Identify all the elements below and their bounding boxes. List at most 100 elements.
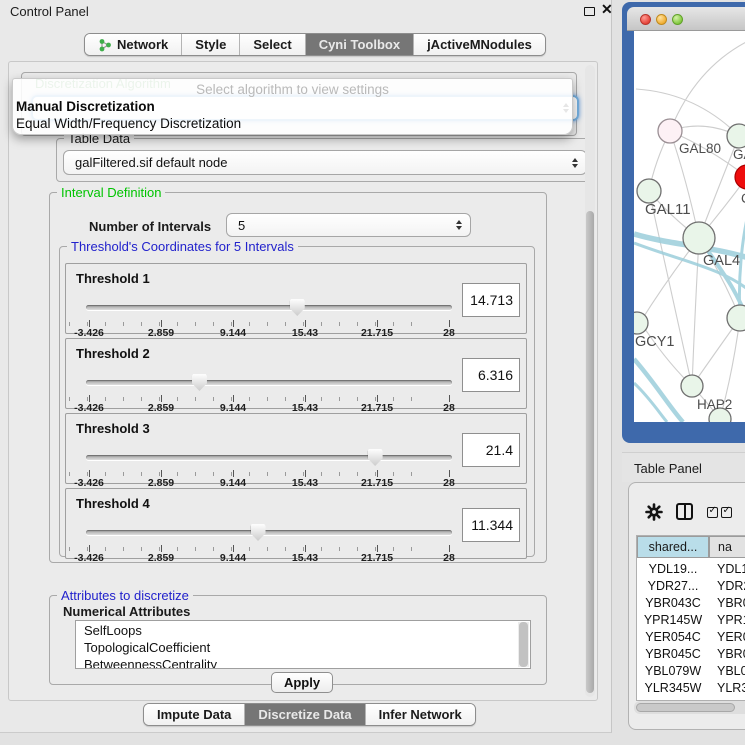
tick-label: 15.43 xyxy=(292,552,318,564)
list-item[interactable]: BetweennessCentrality xyxy=(84,657,217,669)
gear-icon[interactable] xyxy=(645,503,663,521)
threshold-1-row: Threshold 1 -3.426 2.859 9.144 15.43 21.… xyxy=(65,263,527,334)
tick-label: 21.715 xyxy=(361,552,393,564)
slider-track[interactable] xyxy=(86,305,452,310)
slider-minor-ticks xyxy=(69,472,429,476)
tick-label: 28 xyxy=(443,552,455,564)
slider-track[interactable] xyxy=(86,380,452,385)
slider-thumb[interactable] xyxy=(192,374,207,391)
threshold-2-value-field[interactable]: 6.316 xyxy=(462,358,520,392)
number-of-intervals-label: Number of Intervals xyxy=(85,220,215,233)
close-traffic-light-icon[interactable] xyxy=(640,14,651,25)
table-row[interactable]: YER054CYER0 xyxy=(637,628,745,645)
slider-minor-ticks xyxy=(69,397,429,401)
column-header-name[interactable]: na xyxy=(709,536,745,558)
slider-track[interactable] xyxy=(86,530,452,535)
panel-scrollbar[interactable] xyxy=(585,65,595,697)
threshold-2-label: Threshold 2 xyxy=(76,346,150,361)
slider-minor-ticks xyxy=(69,322,429,326)
control-panel-tabbar: Network Style Select Cyni Toolbox jActiv… xyxy=(84,33,546,56)
tick-label: -3.426 xyxy=(74,552,104,564)
minimize-traffic-light-icon[interactable] xyxy=(656,14,667,25)
threshold-1-value-field[interactable]: 14.713 xyxy=(462,283,520,317)
tab-select-label: Select xyxy=(253,37,291,52)
table-data-combobox[interactable]: galFiltered.sif default node xyxy=(63,150,587,175)
slider-track[interactable] xyxy=(86,455,452,460)
node-hap2[interactable] xyxy=(681,375,703,397)
select-all-checkbox-icon[interactable] xyxy=(707,507,718,518)
node-label-gal11: GAL11 xyxy=(645,201,691,218)
network-view-window: GAL80 GA C GAL11 GAL4 GCY1 H HAP2 xyxy=(622,2,745,443)
threshold-4-value-field[interactable]: 11.344 xyxy=(462,508,520,542)
network-graph: GAL80 GA C GAL11 GAL4 GCY1 H HAP2 xyxy=(634,31,745,422)
list-scrollbar[interactable] xyxy=(518,622,529,667)
tab-cyni-toolbox[interactable]: Cyni Toolbox xyxy=(305,34,413,55)
threshold-3-slider[interactable] xyxy=(86,450,452,470)
table-row[interactable]: YLR345WYLR3 xyxy=(637,679,745,696)
close-icon[interactable]: ✕ xyxy=(601,1,613,18)
network-window-titlebar[interactable] xyxy=(627,7,745,31)
node-gal80[interactable] xyxy=(658,119,682,143)
table-horizontal-scrollbar-thumb[interactable] xyxy=(636,703,735,712)
tab-style-label: Style xyxy=(195,37,226,52)
select-none-checkbox-icon[interactable] xyxy=(721,507,732,518)
threshold-1-slider[interactable] xyxy=(86,300,452,320)
numerical-attributes-label: Numerical Attributes xyxy=(59,605,194,618)
tab-style[interactable]: Style xyxy=(181,34,239,55)
table-row[interactable]: YBR045CYBR0 xyxy=(637,645,745,662)
node-table: shared... na YDL19...YDL1 YDR27...YDR2 Y… xyxy=(636,535,745,701)
apply-button-label: Apply xyxy=(284,675,320,690)
node-gal11[interactable] xyxy=(637,179,661,203)
threshold-3-label: Threshold 3 xyxy=(76,421,150,436)
threshold-4-label: Threshold 4 xyxy=(76,496,150,511)
table-row[interactable]: YDL19...YDL1 xyxy=(637,560,745,577)
threshold-2-row: Threshold 2 -3.426 2.859 9.144 15.43 21.… xyxy=(65,338,527,409)
table-row[interactable]: YPR145WYPR1 xyxy=(637,611,745,628)
network-canvas[interactable]: GAL80 GA C GAL11 GAL4 GCY1 H HAP2 xyxy=(634,31,745,422)
table-row[interactable]: YDR27...YDR2 xyxy=(637,577,745,594)
node-label-gal80: GAL80 xyxy=(679,141,721,156)
node-label-gcy1: GCY1 xyxy=(635,334,675,350)
slider-thumb[interactable] xyxy=(290,299,305,316)
slider-thumb[interactable] xyxy=(251,524,266,541)
table-row[interactable]: YBL079WYBL0 xyxy=(637,662,745,679)
tick-label: 2.859 xyxy=(148,552,174,564)
zoom-traffic-light-icon[interactable] xyxy=(672,14,683,25)
interval-definition-title: Interval Definition xyxy=(57,186,165,199)
tab-network[interactable]: Network xyxy=(85,34,181,55)
threshold-3-value-field[interactable]: 21.4 xyxy=(462,433,520,467)
cyni-toolbox-panel: Discretization Algorithm Table Data galF… xyxy=(8,61,598,701)
panel-scrollbar-thumb[interactable] xyxy=(586,211,594,693)
cyni-bottom-tabbar: Impute Data Discretize Data Infer Networ… xyxy=(143,703,476,726)
tab-impute-data-label: Impute Data xyxy=(157,707,231,722)
number-of-intervals-combobox[interactable]: 5 xyxy=(226,213,471,237)
node-top-right[interactable] xyxy=(727,124,745,148)
threshold-coordinates-title: Threshold's Coordinates for 5 Intervals xyxy=(67,240,298,253)
column-visibility-icon[interactable] xyxy=(676,503,693,520)
list-item[interactable]: SelfLoops xyxy=(84,623,142,638)
window-title: Control Panel xyxy=(10,4,89,19)
tab-infer-network[interactable]: Infer Network xyxy=(365,704,475,725)
tab-discretize-data[interactable]: Discretize Data xyxy=(244,704,364,725)
tab-impute-data[interactable]: Impute Data xyxy=(144,704,244,725)
numerical-attributes-list[interactable]: SelfLoops TopologicalCoefficient Between… xyxy=(75,620,531,669)
slider-thumb[interactable] xyxy=(368,449,383,466)
menu-item-manual-discretization[interactable]: Manual Discretization xyxy=(16,99,155,114)
node-label-cut-right: GA xyxy=(733,147,745,162)
apply-button[interactable]: Apply xyxy=(271,672,333,693)
threshold-4-slider[interactable] xyxy=(86,525,452,545)
table-horizontal-scrollbar[interactable] xyxy=(634,701,745,714)
table-row[interactable]: YBR043CYBR0 xyxy=(637,594,745,611)
number-of-intervals-value: 5 xyxy=(238,218,245,233)
threshold-2-slider[interactable] xyxy=(86,375,452,395)
node-gal4[interactable] xyxy=(683,222,715,254)
tab-select[interactable]: Select xyxy=(239,34,304,55)
column-header-shared-name[interactable]: shared... xyxy=(637,536,709,558)
threshold-4-row: Threshold 4 -3.426 2.859 9.144 15.43 21.… xyxy=(65,488,527,559)
menu-item-equal-width-frequency[interactable]: Equal Width/Frequency Discretization xyxy=(16,116,241,131)
network-icon xyxy=(98,38,112,52)
tab-jactivemnodules[interactable]: jActiveMNodules xyxy=(413,34,545,55)
float-window-icon[interactable] xyxy=(584,7,595,16)
list-item[interactable]: TopologicalCoefficient xyxy=(84,640,210,655)
node-h[interactable] xyxy=(727,305,745,331)
